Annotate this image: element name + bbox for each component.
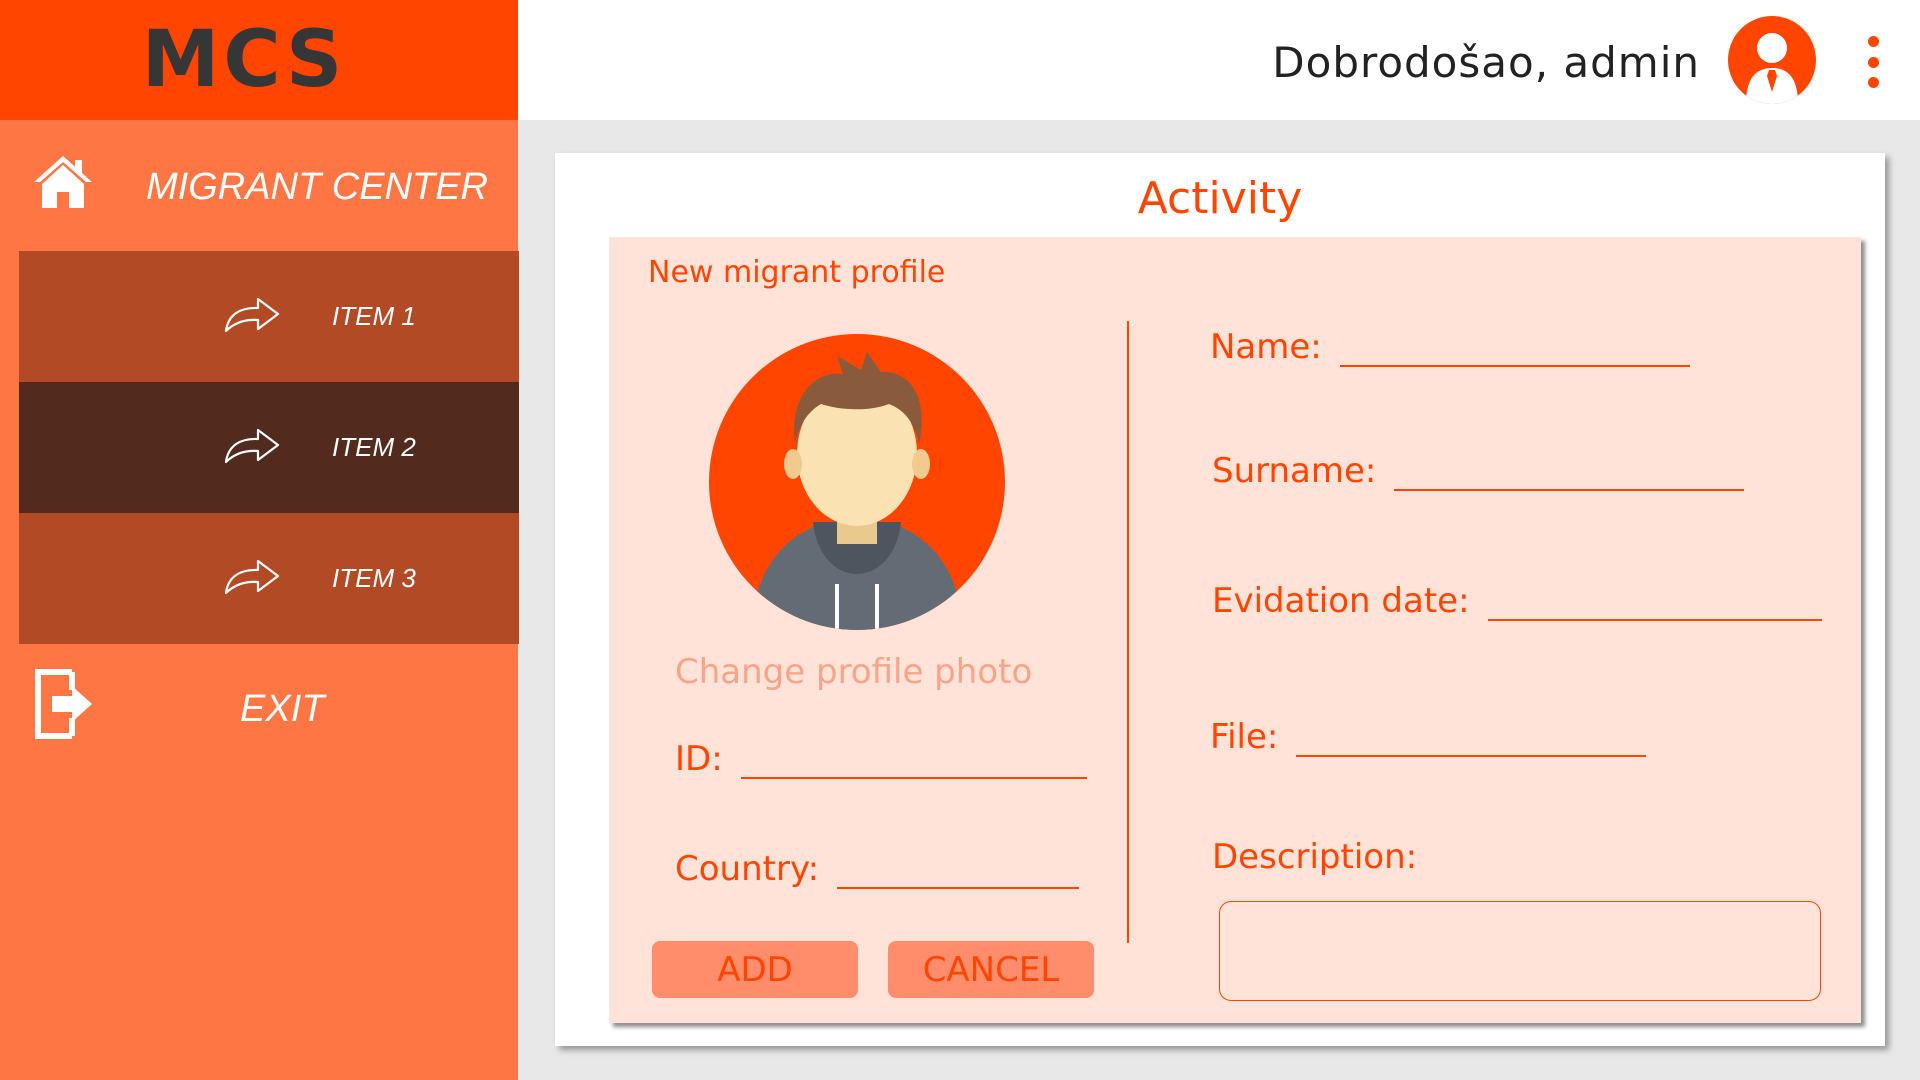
surname-label: Surname:: [1212, 451, 1377, 491]
share-arrow-icon: [224, 559, 280, 595]
country-input[interactable]: [837, 847, 1080, 889]
sidebar-item-1[interactable]: ITEM 1: [19, 251, 519, 382]
name-field-group: Name:: [1210, 325, 1690, 367]
sidebar-home[interactable]: MIGRANT CENTER: [0, 130, 518, 240]
exit-button[interactable]: EXIT: [0, 660, 518, 760]
change-profile-photo-link[interactable]: Change profile photo: [675, 652, 1032, 692]
file-field-group: File:: [1210, 715, 1647, 757]
country-field-group: Country:: [675, 847, 1080, 889]
evidation-date-label: Evidation date:: [1212, 581, 1470, 621]
exit-label: EXIT: [240, 688, 325, 730]
user-avatar-icon: [1746, 33, 1798, 104]
name-input[interactable]: [1339, 325, 1690, 367]
new-migrant-form: New migrant profile Change profile photo…: [609, 237, 1861, 1023]
welcome-text: Dobrodošao, admin: [1272, 38, 1700, 87]
sidebar-home-label: MIGRANT CENTER: [146, 166, 488, 208]
sidebar-item-2[interactable]: ITEM 2: [19, 382, 519, 513]
file-input[interactable]: [1296, 715, 1647, 757]
page-title: Activity: [1137, 173, 1303, 224]
id-input[interactable]: [740, 737, 1087, 779]
sidebar-item-3[interactable]: ITEM 3: [19, 513, 519, 644]
share-arrow-icon: [224, 297, 280, 333]
description-label: Description:: [1212, 837, 1418, 877]
activity-card: Activity New migrant profile Change prof…: [555, 153, 1885, 1046]
form-subtitle: New migrant profile: [648, 255, 946, 290]
country-label: Country:: [675, 849, 820, 889]
description-input[interactable]: [1219, 901, 1821, 1001]
cancel-button[interactable]: CANCEL: [888, 941, 1094, 998]
form-divider: [1127, 321, 1129, 943]
profile-photo[interactable]: [709, 334, 1005, 630]
app-logo: MCS: [141, 15, 347, 105]
share-arrow-icon: [224, 428, 280, 464]
user-avatar[interactable]: [1728, 16, 1816, 104]
profile-avatar-icon: [749, 352, 965, 630]
top-header: Dobrodošao, admin: [518, 0, 1920, 120]
home-icon: [34, 156, 92, 208]
exit-icon: [35, 669, 92, 739]
id-field-group: ID:: [675, 737, 1087, 779]
file-label: File:: [1210, 717, 1279, 757]
add-button[interactable]: ADD: [652, 941, 858, 998]
surname-input[interactable]: [1394, 449, 1745, 491]
logo-bar: MCS: [0, 0, 518, 120]
kebab-menu-icon[interactable]: [1858, 36, 1888, 88]
name-label: Name:: [1210, 327, 1322, 367]
surname-field-group: Surname:: [1212, 449, 1745, 491]
sidebar-item-label: ITEM 1: [332, 301, 416, 331]
id-label: ID:: [675, 739, 723, 779]
description-field-group: Description:: [1212, 837, 1417, 877]
evidation-date-field-group: Evidation date:: [1212, 579, 1822, 621]
sidebar: MCS MIGRANT CENTER ITEM 1 ITEM 2 ITEM 3: [0, 0, 519, 1080]
sidebar-item-label: ITEM 3: [332, 563, 416, 593]
evidation-date-input[interactable]: [1487, 579, 1822, 621]
sidebar-item-label: ITEM 2: [332, 432, 416, 462]
